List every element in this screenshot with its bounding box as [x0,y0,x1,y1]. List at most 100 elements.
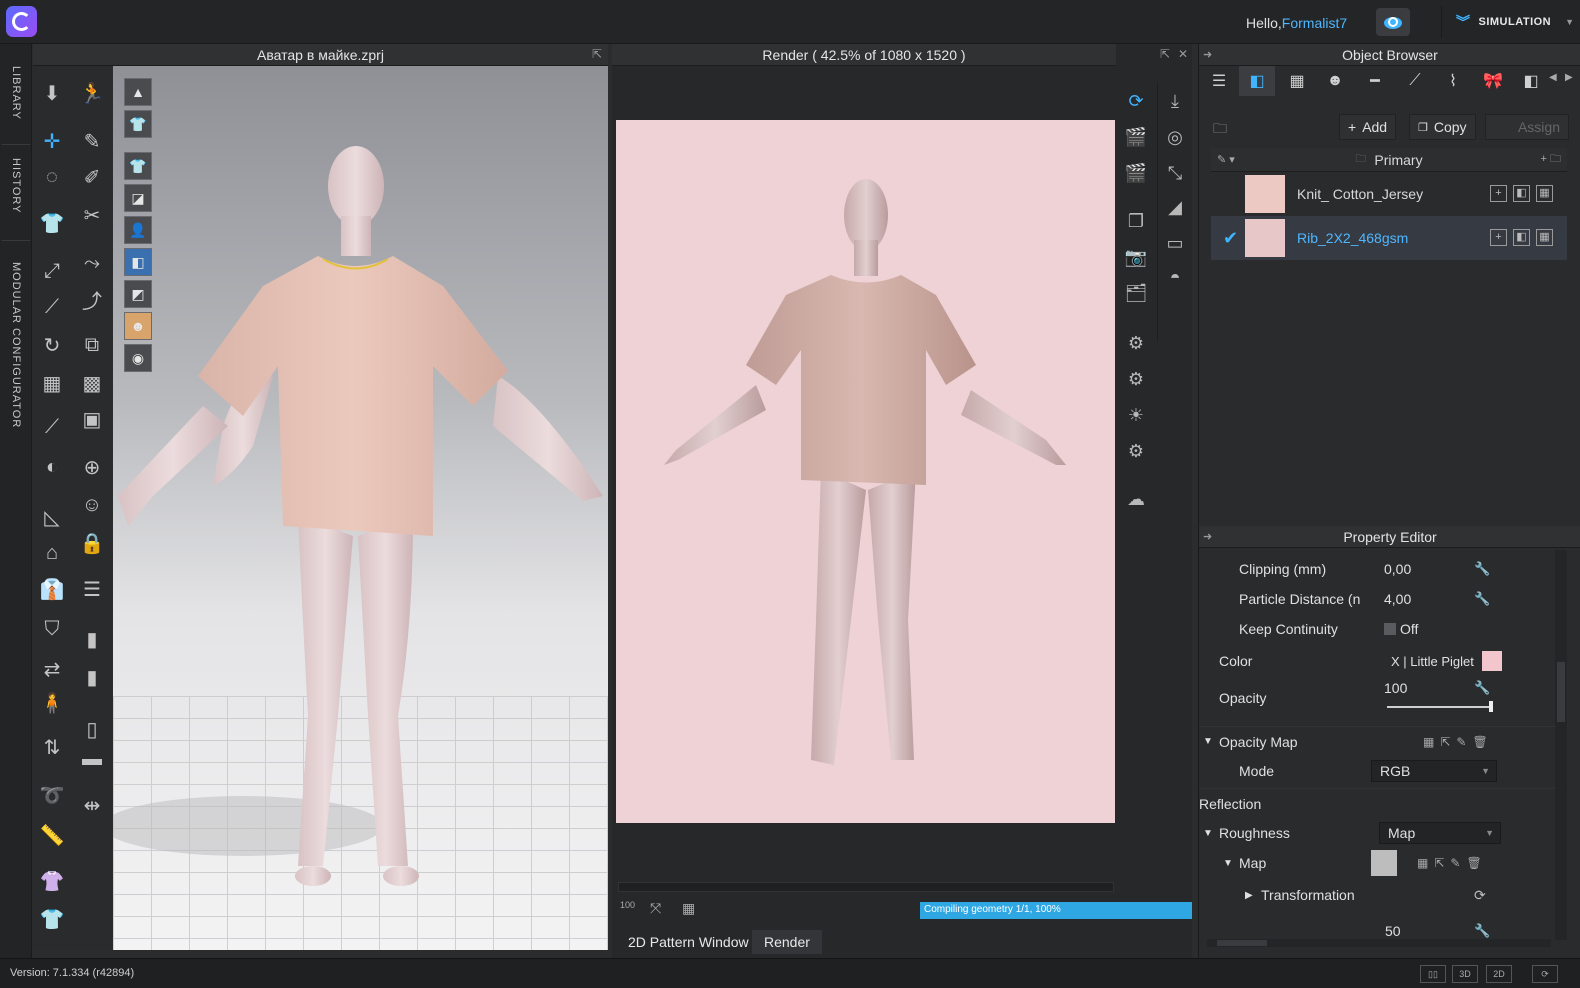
camera-icon[interactable]: 📷 [1121,242,1151,272]
split-view-icon[interactable]: ▯▯ [1420,965,1446,983]
opacity-value[interactable]: 100 [1384,680,1407,696]
tab-library[interactable]: LIBRARY [0,58,32,148]
cloud-render-icon[interactable]: ☁ [1121,484,1151,514]
continuity-toggle[interactable]: Off [1384,621,1418,637]
group-add-icon[interactable]: + 🗀 [1541,150,1561,169]
roughness-dropdown[interactable]: Map ▼ [1379,822,1501,844]
opacity-slider-handle[interactable] [1489,701,1493,712]
top-icon[interactable]: 👚 [37,866,67,896]
dome-light-icon[interactable]: ◓ [1160,262,1190,292]
tack-icon[interactable]: ⧉ [77,330,107,360]
sphere-icon[interactable]: ◎ [1160,122,1190,152]
pants-icon[interactable]: ⛉ [37,614,67,644]
scroll-right-icon[interactable]: ▶ [1565,72,1573,83]
snap-icon[interactable]: ⊕ [77,452,107,482]
wrench-icon[interactable]: 🔧 [1474,561,1490,577]
map-thumbnail[interactable] [1371,850,1397,876]
more-tab-icon[interactable]: ◧ [1513,66,1549,96]
light-settings-icon[interactable]: ☀ [1121,400,1151,430]
download-icon[interactable]: ⤓ [1160,86,1190,116]
clapper-icon[interactable]: 🎬 [1121,122,1151,152]
drop-tool-icon[interactable]: ⬇ [37,78,67,108]
grid-icon[interactable]: ▦ [1423,735,1434,749]
fit-icon[interactable]: ⤧ [650,900,661,917]
brush-icon[interactable]: ✎ [1456,735,1466,749]
mode-dropdown[interactable]: RGB ▼ [1371,760,1497,782]
clapper-edit-icon[interactable]: 🎬 [1121,158,1151,188]
clipping-value[interactable]: 0,00 [1384,561,1411,577]
view-2d-button[interactable]: 2D [1486,965,1512,983]
video-settings-icon[interactable]: ⚙ [1121,436,1151,466]
bow-tab-icon[interactable]: 🎀 [1475,66,1511,96]
horizontal-scrollbar[interactable] [1207,939,1551,947]
expand-down-icon[interactable]: ▼ [1223,858,1233,869]
username-link[interactable]: Formalist7 [1282,15,1347,31]
pucker-tab-icon[interactable]: ⌇ [1435,66,1471,96]
material-menu-icon[interactable]: ▦ [1536,185,1553,202]
tab-2d-pattern-window[interactable]: 2D Pattern Window [616,930,761,954]
pin-tool-icon[interactable]: ✐ [77,162,107,192]
fold-icon[interactable]: ↻ [37,330,67,360]
material-row-rib-2x2[interactable]: ✔ Rib_2X2_468gsm + ◧ ▦ [1211,216,1567,260]
zipper-icon[interactable]: ☰ [77,574,107,604]
image-settings-icon[interactable]: ⚙ [1121,328,1151,358]
zoom-100-icon[interactable]: 100 [620,900,635,910]
opacity-slider[interactable] [1387,706,1493,708]
open-icon[interactable]: ⇱ [1440,735,1450,749]
tab-modular-configurator[interactable]: MODULAR CONFIGURATOR [0,254,32,454]
add-material-icon[interactable]: + [1490,185,1507,202]
expand-down-icon[interactable]: ▼ [1203,828,1213,839]
copy-button[interactable]: ❐ Copy [1409,114,1476,140]
popout-icon[interactable]: ⇱ [592,47,602,61]
graphic-icon[interactable]: ▣ [77,404,107,434]
shirt-icon[interactable]: 👔 [37,574,67,604]
cloud-button[interactable] [1376,8,1410,36]
color-swatch[interactable] [1482,651,1502,671]
expand-right-icon[interactable]: ▶ [1245,890,1253,901]
tab-render[interactable]: Render [752,930,822,954]
brush-icon[interactable]: ✎ [1450,856,1460,870]
avatar-icon[interactable]: 🧍 [37,688,67,718]
transform-icon[interactable]: ⤢ [37,256,67,286]
needle-icon[interactable]: ⟋ [37,412,67,442]
ruler-icon[interactable]: 📏 [37,820,67,850]
gradient-icon[interactable]: ▬ [77,744,107,774]
material-menu-icon[interactable]: ▦ [1536,229,1553,246]
reset-icon[interactable]: ⟳ [1474,887,1486,904]
trash-icon[interactable]: 🗑 [1472,735,1487,749]
wrench-icon[interactable]: 🔧 [1474,923,1490,939]
scale-icon[interactable]: ⇹ [77,790,107,820]
brush-tool-icon[interactable]: ✎ [77,126,107,156]
wrench-icon[interactable]: 🔧 [1474,591,1490,607]
horizontal-scrollbar[interactable] [618,882,1114,892]
edit-icon[interactable]: ✎ ▾ [1217,153,1235,166]
face-icon[interactable]: ☺ [77,490,107,520]
lasso-icon[interactable]: ◌ [37,162,67,192]
window-icon[interactable]: ❐ [1121,206,1151,236]
tape-icon[interactable]: ➰ [37,780,67,810]
list-icon[interactable]: ☰ [1201,66,1237,96]
grid-icon[interactable]: ▦ [682,900,695,917]
pin-arrow-icon[interactable]: ➜ [1203,530,1212,543]
texture-icon[interactable]: ▩ [77,368,107,398]
tab-history[interactable]: HISTORY [0,150,32,250]
trash-icon[interactable]: 🗑 [1466,856,1481,870]
spot-light-icon[interactable]: ◢ [1160,192,1190,222]
scrollbar-thumb[interactable] [1557,662,1565,722]
sweater-icon[interactable]: 👕 [37,904,67,934]
lock-icon[interactable]: 🔒 [77,528,107,558]
folder-icon[interactable]: 🗀 [1213,118,1227,142]
close-icon[interactable]: ✕ [1178,47,1188,61]
assign-button[interactable]: Assign [1485,114,1569,140]
apply-material-icon[interactable]: ◧ [1513,229,1530,246]
edit-pattern-icon[interactable]: ✂ [77,200,107,230]
pattern-tab-icon[interactable]: ▦ [1279,66,1315,96]
refresh-icon[interactable]: ⟳ [1532,965,1558,983]
direction-light-icon[interactable]: ⤡ [1160,158,1190,188]
particle-value[interactable]: 4,00 [1384,591,1411,607]
pin-arrow-icon[interactable]: ➜ [1203,48,1212,61]
avatar-pose-icon[interactable]: 🏃 [77,78,107,108]
garment-icon[interactable]: 👕 [37,208,67,238]
popout-icon[interactable]: ⇱ [1160,47,1170,61]
render-refresh-icon[interactable]: ⟳ [1121,86,1151,116]
